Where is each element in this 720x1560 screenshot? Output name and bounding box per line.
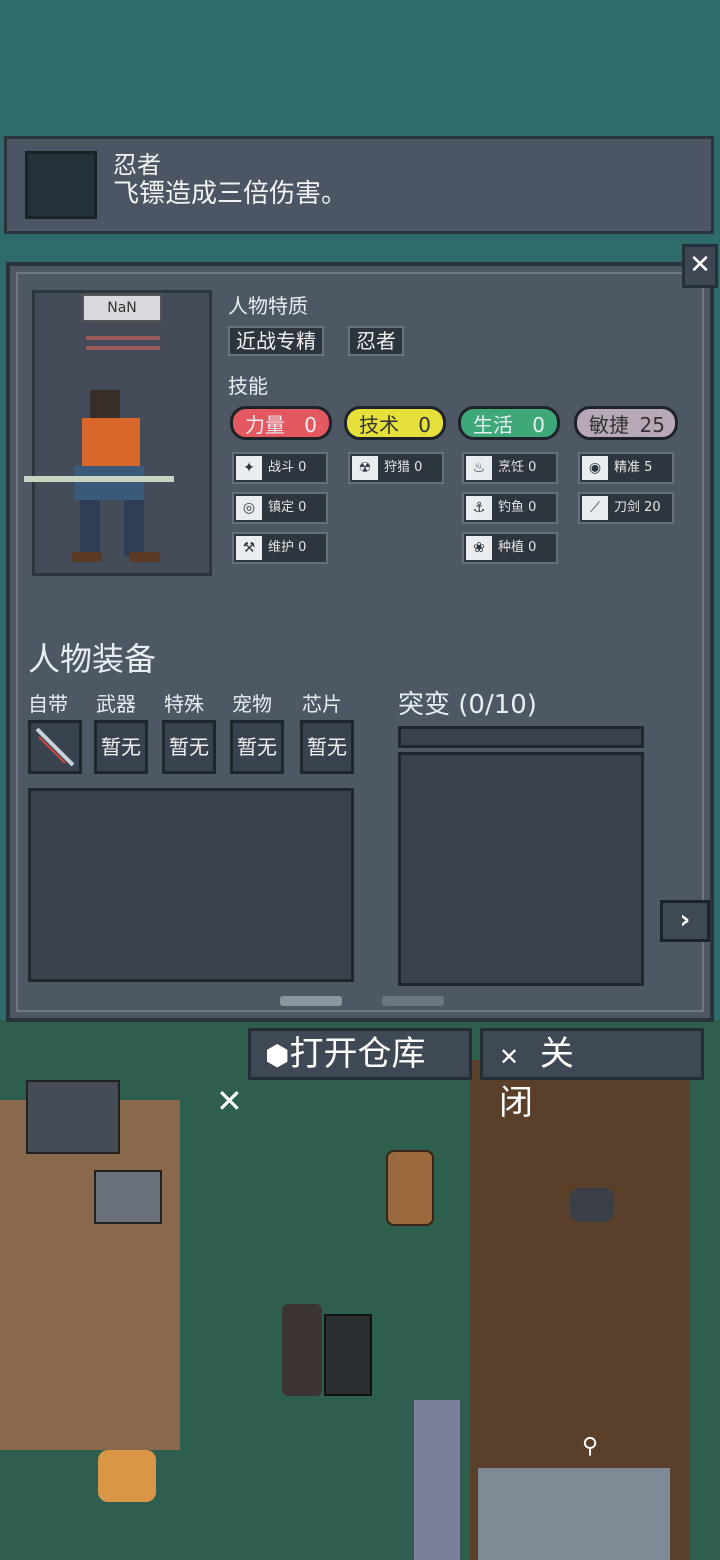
slot-label-special: 特殊 xyxy=(164,692,204,716)
corgi-dog xyxy=(98,1450,156,1502)
wrench-icon[interactable]: ✕ xyxy=(216,1082,243,1120)
skill-fishing[interactable]: ⚓ 钓鱼 0 xyxy=(462,492,558,524)
player-character[interactable] xyxy=(282,1304,322,1396)
glasses-icon: ◎ xyxy=(236,496,262,520)
trait-icon xyxy=(25,151,97,219)
equip-slot-special[interactable]: 暂无 xyxy=(162,720,216,774)
close-icon[interactable]: ✕ xyxy=(682,244,718,288)
fist-icon: ✦ xyxy=(236,456,262,480)
storage-box-icon: ⬢ xyxy=(265,1039,290,1072)
mutation-list-box xyxy=(398,752,644,986)
health-bar xyxy=(86,336,160,340)
equipment-detail-box xyxy=(28,788,354,982)
skills-title: 技能 xyxy=(228,374,268,398)
crosshair-icon: ☢ xyxy=(352,456,378,480)
equip-slot-pet[interactable]: 暂无 xyxy=(230,720,284,774)
pot-icon: ♨ xyxy=(466,456,492,480)
skill-category-agility[interactable]: 敏捷 25 xyxy=(574,406,678,440)
skill-swords[interactable]: ⟋ 刀剑 20 xyxy=(578,492,674,524)
traits-title: 人物特质 xyxy=(228,294,308,318)
skill-category-life[interactable]: 生活 0 xyxy=(458,406,560,440)
skill-category-tech[interactable]: 技术 0 xyxy=(344,406,446,440)
stone-pillar xyxy=(414,1400,460,1560)
fridge[interactable] xyxy=(324,1314,372,1396)
tooltip-description: 飞镖造成三倍伤害。 xyxy=(113,179,348,209)
character-name-tag[interactable]: NaN xyxy=(82,294,162,322)
skill-precision[interactable]: ◉ 精准 5 xyxy=(578,452,674,484)
page-indicator-1[interactable] xyxy=(280,996,342,1006)
slot-label-chip: 芯片 xyxy=(302,692,342,716)
close-icon: ✕ xyxy=(499,1043,520,1071)
equipment-title: 人物装备 xyxy=(28,640,157,678)
map-pin-icon: ⚲ xyxy=(582,1434,599,1459)
equip-slot-builtin[interactable] xyxy=(28,720,82,774)
page-indicator-2[interactable] xyxy=(382,996,444,1006)
trait-tooltip: 忍者 飞镖造成三倍伤害。 xyxy=(4,136,714,234)
stone-wall xyxy=(478,1468,670,1560)
anvil xyxy=(94,1170,162,1224)
slot-label-weapon: 武器 xyxy=(96,692,136,716)
close-button[interactable]: ✕ 关 闭 xyxy=(480,1028,704,1123)
skill-composure[interactable]: ◎ 镇定 0 xyxy=(232,492,328,524)
skill-planting[interactable]: ❀ 种植 0 xyxy=(462,532,558,564)
skill-maintenance[interactable]: ⚒ 维护 0 xyxy=(232,532,328,564)
furnace xyxy=(26,1080,120,1154)
equip-slot-weapon[interactable]: 暂无 xyxy=(94,720,148,774)
skill-combat[interactable]: ✦ 战斗 0 xyxy=(232,452,328,484)
open-storage-button[interactable]: ⬢打开仓库 xyxy=(248,1028,472,1080)
skill-hunting[interactable]: ☢ 狩猎 0 xyxy=(348,452,444,484)
shuriken-dagger-icon xyxy=(35,727,75,767)
sprout-icon: ❀ xyxy=(466,536,492,560)
skill-category-strength[interactable]: 力量 0 xyxy=(230,406,332,440)
slot-label-builtin: 自带 xyxy=(28,692,68,716)
trait-chip[interactable]: 近战专精 xyxy=(228,326,324,356)
next-page-arrow-icon[interactable]: › xyxy=(660,900,710,942)
eye-icon: ◉ xyxy=(582,456,608,480)
skill-cooking[interactable]: ♨ 烹饪 0 xyxy=(462,452,558,484)
trait-chip[interactable]: 忍者 xyxy=(348,326,404,356)
wrench-icon: ⚒ xyxy=(236,536,262,560)
slot-label-pet: 宠物 xyxy=(232,692,272,716)
equip-slot-chip[interactable]: 暂无 xyxy=(300,720,354,774)
ninja-sprite xyxy=(24,390,174,562)
mutation-progress-bar xyxy=(398,726,644,748)
mutation-title: 突变 (0/10) xyxy=(398,690,537,720)
stamina-bar xyxy=(86,346,160,350)
sword-icon: ⟋ xyxy=(582,496,608,520)
fishing-rod-icon: ⚓ xyxy=(466,496,492,520)
cat xyxy=(570,1188,614,1222)
barrel xyxy=(386,1150,434,1226)
